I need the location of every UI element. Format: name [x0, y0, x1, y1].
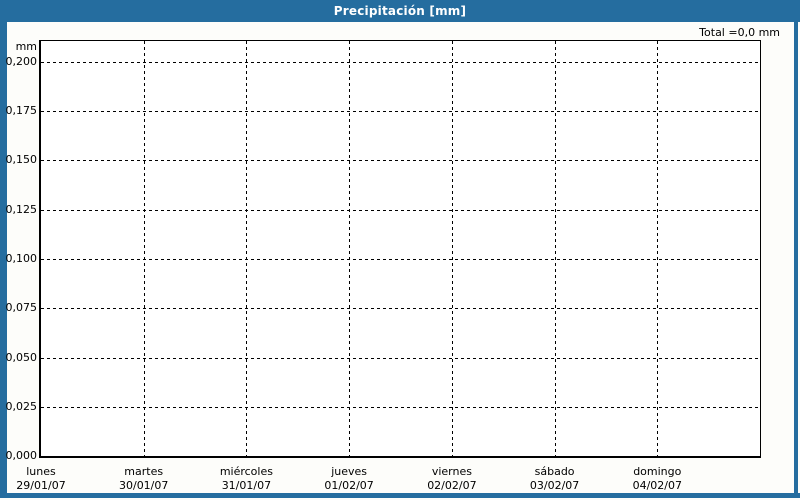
- gridline-horizontal: [41, 61, 760, 63]
- y-tick-label: 0,125: [5, 202, 38, 216]
- chart-title-bar: Precipitación [mm]: [0, 0, 800, 22]
- gridline-horizontal: [41, 209, 760, 211]
- gridline-layer: [41, 41, 760, 456]
- total-label: Total =0,0 mm: [699, 26, 780, 39]
- y-tick-label: 0,075: [5, 301, 38, 315]
- gridline-vertical: [349, 41, 351, 456]
- y-axis-unit-label: mm: [15, 40, 37, 53]
- gridline-horizontal: [41, 406, 760, 408]
- frame-border-bottom: [0, 493, 800, 498]
- day-date: 04/02/07: [632, 479, 682, 492]
- y-tick-label: 0,000: [5, 449, 38, 462]
- gridline-vertical: [554, 41, 556, 456]
- gridline-horizontal: [41, 160, 760, 162]
- y-tick-label: 0,100: [5, 251, 38, 265]
- gridline-horizontal: [41, 308, 760, 310]
- gridline-vertical: [657, 41, 659, 456]
- frame-border-right: [794, 22, 798, 498]
- gridline-horizontal: [41, 258, 760, 260]
- day-name: domingo: [633, 465, 682, 478]
- chart-title: Precipitación [mm]: [333, 4, 467, 18]
- y-tick-label: 0,200: [5, 54, 38, 68]
- gridline-horizontal: [41, 111, 760, 113]
- chart-window: Precipitación [mm] Total =0,0 mm mm 0,20…: [0, 0, 800, 500]
- gridline-vertical: [451, 41, 453, 456]
- gridline-horizontal: [41, 357, 760, 359]
- x-axis-day-label: domingo 04/02/07: [597, 465, 717, 493]
- gridline-vertical: [246, 41, 248, 456]
- gridline-vertical: [143, 41, 145, 456]
- y-tick-label: 0,150: [5, 153, 38, 167]
- y-tick-label: 0,025: [5, 399, 38, 413]
- y-tick-label: 0,175: [5, 104, 38, 118]
- y-tick-label: 0,050: [5, 350, 38, 364]
